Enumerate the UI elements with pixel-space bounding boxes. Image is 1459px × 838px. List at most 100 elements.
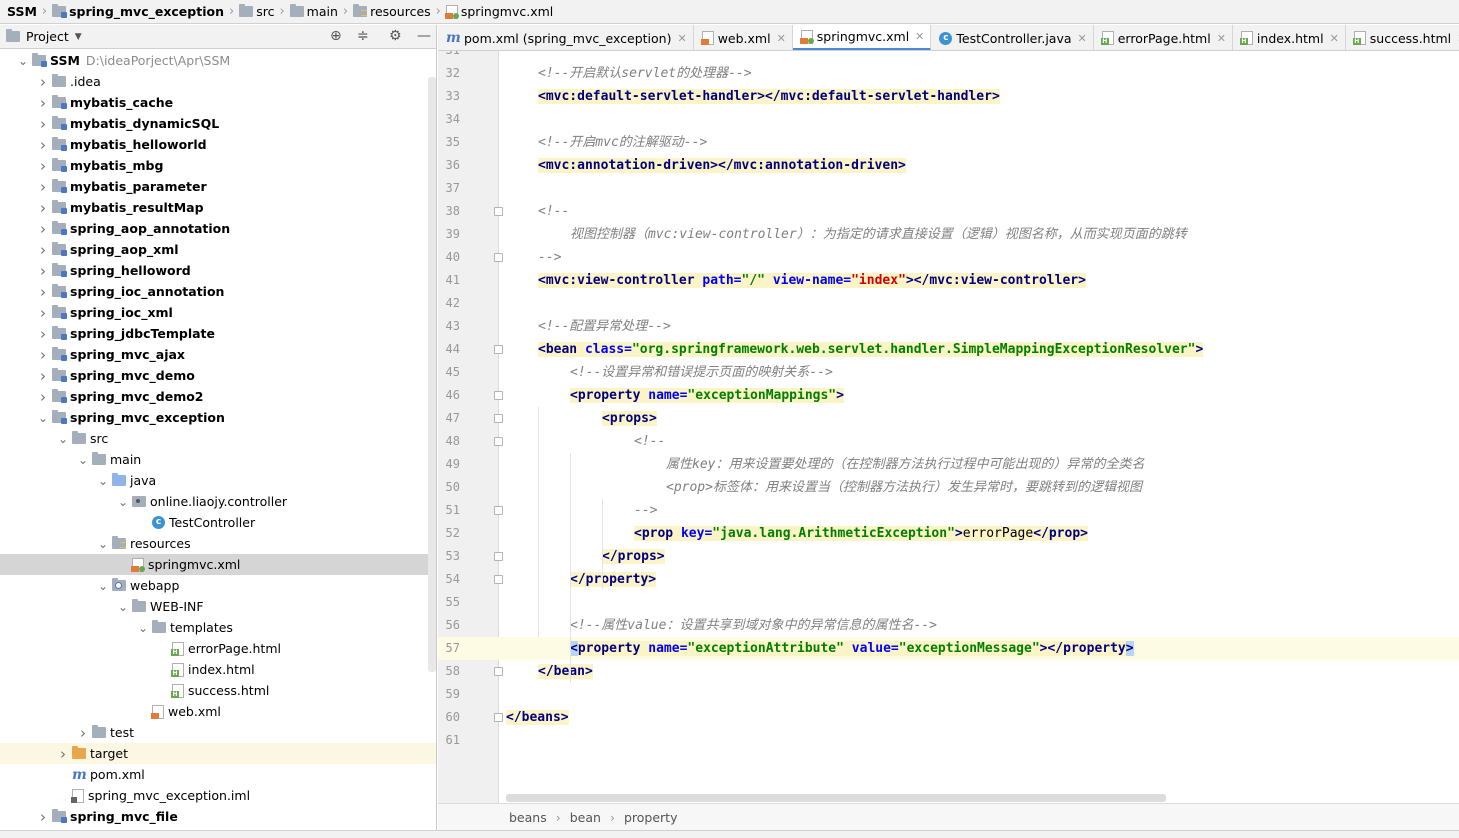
close-icon[interactable]: ✕ [677, 32, 686, 45]
tree-scrollbar[interactable] [428, 77, 436, 672]
tree-item[interactable]: › spring_aop_xml [0, 239, 436, 260]
tree-item[interactable]: › mybatis_parameter [0, 176, 436, 197]
chevron-right-icon[interactable]: › [56, 745, 70, 763]
fold-marker-icon[interactable] [494, 667, 503, 676]
close-icon[interactable]: ✕ [915, 30, 924, 43]
close-icon[interactable]: ✕ [777, 32, 786, 45]
fold-marker-icon[interactable] [494, 207, 503, 216]
breadcrumb-item[interactable]: SSM [4, 0, 37, 24]
tree-item[interactable]: ⌄ online.liaojy.controller [0, 491, 436, 512]
tree-item[interactable]: ⌄ resources [0, 533, 436, 554]
chevron-right-icon[interactable]: › [36, 283, 50, 301]
chevron-down-icon[interactable]: ⌄ [16, 54, 30, 68]
structure-breadcrumb-item[interactable]: property [624, 810, 678, 825]
chevron-right-icon[interactable]: › [36, 115, 50, 133]
chevron-right-icon[interactable]: › [36, 367, 50, 385]
tree-item[interactable]: › spring_mvc_demo [0, 365, 436, 386]
tree-item[interactable]: › target [0, 743, 436, 764]
tree-item[interactable]: m pom.xml [0, 764, 436, 785]
chevron-down-icon[interactable]: ⌄ [76, 453, 90, 467]
tree-item[interactable]: ⌄ java [0, 470, 436, 491]
chevron-right-icon[interactable]: › [76, 724, 90, 742]
chevron-right-icon[interactable]: › [36, 220, 50, 238]
fold-marker-icon[interactable] [494, 437, 503, 446]
breadcrumb-item[interactable]: spring_mvc_exception [52, 0, 224, 24]
close-icon[interactable]: ✕ [1217, 32, 1226, 45]
fold-marker-icon[interactable] [494, 552, 503, 561]
tree-item[interactable]: › spring_mvc_file [0, 806, 436, 827]
tree-item[interactable]: web.xml [0, 701, 436, 722]
tree-item[interactable]: › spring_mvc_ajax [0, 344, 436, 365]
chevron-down-icon[interactable]: ⌄ [96, 537, 110, 551]
chevron-right-icon[interactable]: › [36, 178, 50, 196]
tree-item[interactable]: › spring_ioc_annotation [0, 281, 436, 302]
tree-item[interactable]: errorPage.html [0, 638, 436, 659]
chevron-right-icon[interactable]: › [36, 388, 50, 406]
breadcrumb-item[interactable]: main [289, 0, 338, 24]
tree-item[interactable]: ⌄ src [0, 428, 436, 449]
tree-item[interactable]: ⌄ SSM D:\ideaPorject\Apr\SSM [0, 50, 436, 71]
chevron-right-icon[interactable]: › [36, 136, 50, 154]
tree-item[interactable]: › mybatis_mbg [0, 155, 436, 176]
tree-item[interactable]: › spring_ioc_xml [0, 302, 436, 323]
tree-item[interactable]: › test [0, 722, 436, 743]
chevron-right-icon[interactable]: › [36, 304, 50, 322]
tree-item[interactable]: ⌄ templates [0, 617, 436, 638]
fold-marker-icon[interactable] [494, 253, 503, 262]
tree-item[interactable]: › mybatis_dynamicSQL [0, 113, 436, 134]
breadcrumb-item[interactable]: src [239, 0, 274, 24]
code-editor[interactable]: 31 32 <!--开启默认servlet的处理器--> 33 <mvc:defaul… [438, 51, 1459, 803]
chevron-right-icon[interactable]: › [36, 73, 50, 91]
chevron-right-icon[interactable]: › [36, 346, 50, 364]
project-panel-title[interactable]: Project [26, 29, 69, 44]
chevron-down-icon[interactable]: ⌄ [96, 474, 110, 488]
chevron-down-icon[interactable]: ⌄ [116, 600, 130, 614]
fold-marker-icon[interactable] [494, 575, 503, 584]
tree-item[interactable]: ⌄ main [0, 449, 436, 470]
tree-item[interactable]: c TestController [0, 512, 436, 533]
close-icon[interactable]: ✕ [1330, 32, 1339, 45]
tree-item[interactable]: › spring_jdbcTemplate [0, 323, 436, 344]
tree-item[interactable]: › .idea [0, 71, 436, 92]
editor-horizontal-scrollbar[interactable] [506, 794, 1166, 802]
tree-item[interactable]: ⌄ WEB-INF [0, 596, 436, 617]
minimize-icon[interactable]: — [417, 28, 431, 44]
editor-tab[interactable]: index.html ✕ [1233, 25, 1346, 50]
editor-tab[interactable]: success.html✕ [1346, 25, 1459, 50]
project-tree[interactable]: ⌄ SSM D:\ideaPorject\Apr\SSM › .idea › mybatis… [0, 49, 436, 838]
tree-item[interactable]: spring_mvc_exception.iml [0, 785, 436, 806]
gear-icon[interactable]: ⚙ [389, 28, 402, 44]
chevron-right-icon[interactable]: › [36, 199, 50, 217]
chevron-right-icon[interactable]: › [36, 157, 50, 175]
tree-item[interactable]: › spring_mvc_demo2 [0, 386, 436, 407]
tree-item[interactable]: ⌄ webapp [0, 575, 436, 596]
chevron-down-icon[interactable]: ⌄ [36, 411, 50, 425]
breadcrumb-item[interactable]: springmvc.xml [444, 0, 553, 24]
chevron-down-icon[interactable]: ⌄ [116, 495, 130, 509]
chevron-down-icon[interactable]: ⌄ [136, 621, 150, 635]
editor-tab[interactable]: m pom.xml (spring_mvc_exception) ✕ [438, 25, 694, 50]
tree-item[interactable]: › mybatis_resultMap [0, 197, 436, 218]
tree-item[interactable]: springmvc.xml [0, 554, 436, 575]
tree-item[interactable]: ⌄ spring_mvc_exception [0, 407, 436, 428]
breadcrumb-item[interactable]: resources [353, 0, 431, 24]
fold-marker-icon[interactable] [494, 414, 503, 423]
collapse-icon[interactable]: ≑ [357, 28, 369, 44]
tree-item[interactable]: › spring_helloword [0, 260, 436, 281]
editor-tab[interactable]: springmvc.xml ✕ [792, 25, 932, 50]
chevron-right-icon[interactable]: › [36, 241, 50, 259]
close-icon[interactable]: ✕ [1078, 32, 1087, 45]
structure-breadcrumb-item[interactable]: beans [509, 810, 547, 825]
chevron-right-icon[interactable]: › [36, 94, 50, 112]
editor-tab[interactable]: errorPage.html ✕ [1094, 25, 1233, 50]
tree-item[interactable]: › mybatis_cache [0, 92, 436, 113]
tree-item[interactable]: › spring_aop_annotation [0, 218, 436, 239]
tree-item[interactable]: success.html [0, 680, 436, 701]
chevron-down-icon[interactable]: ⌄ [56, 432, 70, 446]
target-icon[interactable]: ⊕ [330, 28, 342, 44]
editor-tab[interactable]: c TestController.java ✕ [931, 25, 1094, 50]
chevron-right-icon[interactable]: › [36, 325, 50, 343]
tree-item[interactable]: index.html [0, 659, 436, 680]
tree-item[interactable]: › mybatis_helloworld [0, 134, 436, 155]
chevron-right-icon[interactable]: › [36, 262, 50, 280]
